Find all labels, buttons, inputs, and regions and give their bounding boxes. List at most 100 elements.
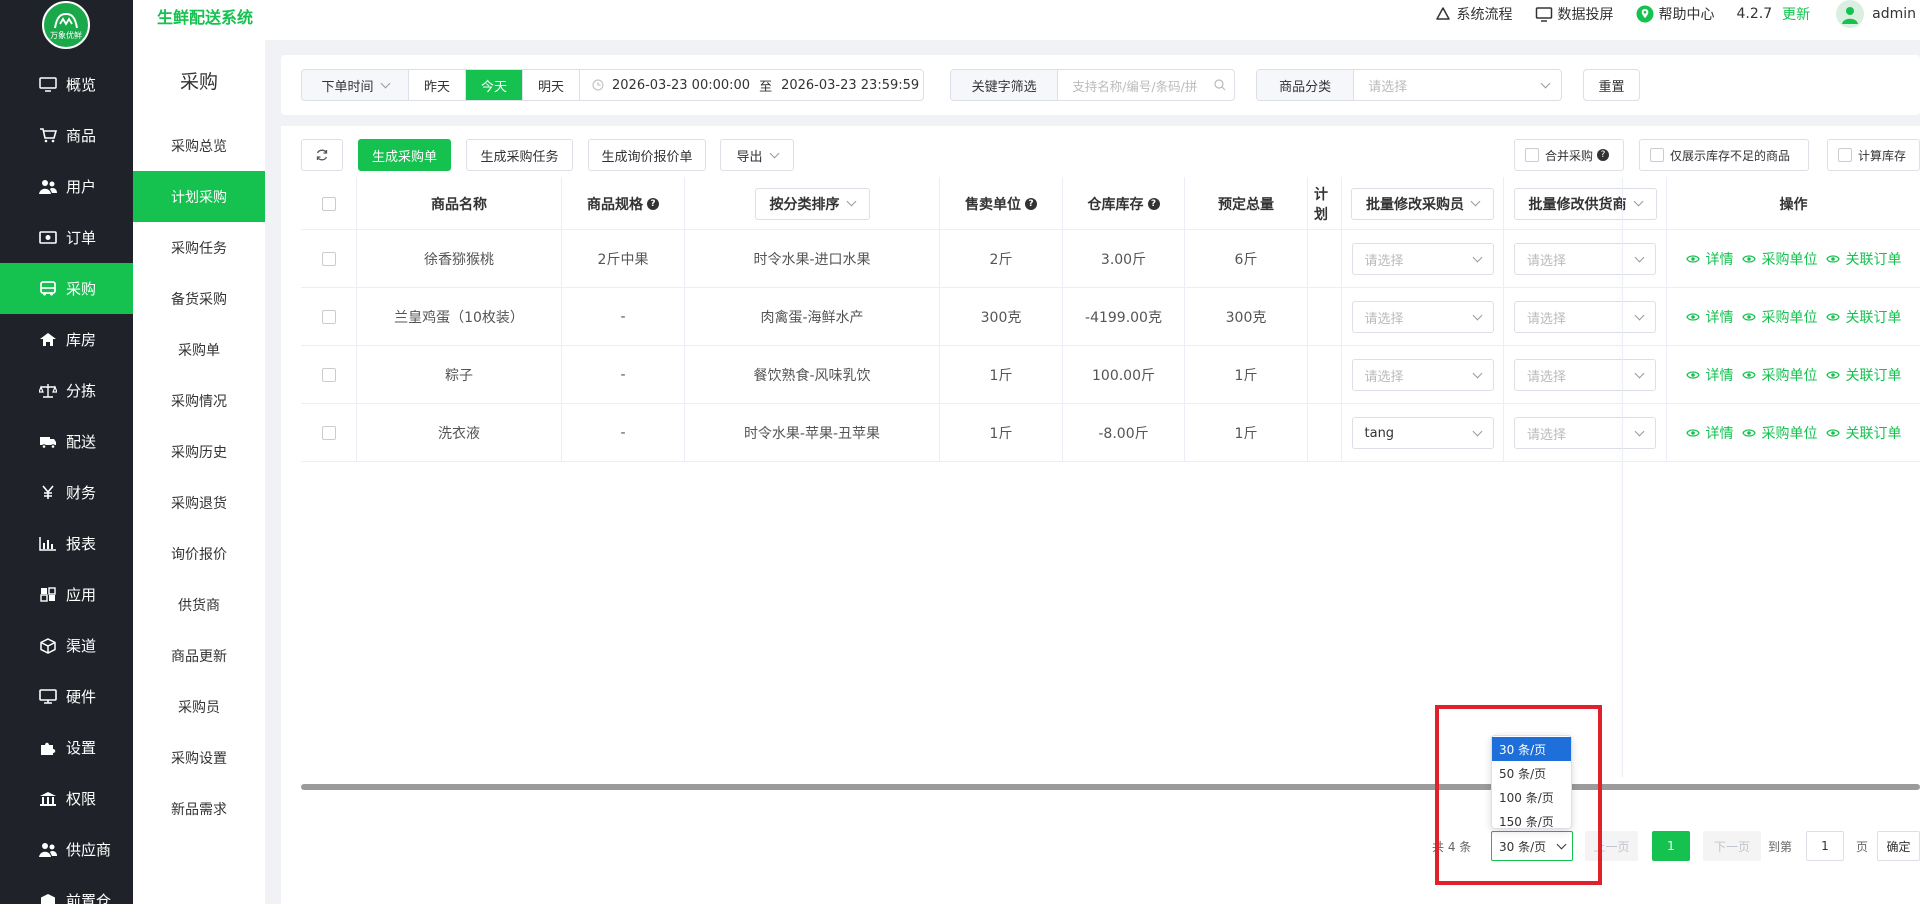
system-process-link[interactable]: 系统流程 — [1434, 4, 1513, 24]
page-size-option[interactable]: 100 条/页 — [1492, 785, 1571, 809]
sidebar-item-14[interactable]: 权限 — [0, 773, 133, 824]
purchase-unit-link[interactable]: 采购单位 — [1741, 307, 1818, 327]
supplier-select[interactable]: 请选择 — [1514, 417, 1656, 449]
sidebar-item-15[interactable]: 供应商 — [0, 824, 133, 875]
row-checkbox[interactable] — [321, 310, 336, 324]
buyer-select[interactable]: 请选择 — [1351, 359, 1494, 391]
next-page-button[interactable]: 下一页 — [1703, 831, 1761, 861]
detail-link[interactable]: 详情 — [1685, 249, 1734, 269]
subnav-item[interactable]: 采购历史 — [133, 426, 265, 477]
related-order-link[interactable]: 关联订单 — [1825, 307, 1902, 327]
generate-purchase-task-button[interactable]: 生成采购任务 — [466, 139, 573, 171]
subnav-item[interactable]: 询价报价 — [133, 528, 265, 579]
row-checkbox[interactable] — [321, 426, 336, 440]
category-select[interactable]: 请选择 — [1354, 70, 1561, 100]
subnav-item[interactable]: 采购任务 — [133, 222, 265, 273]
subnav-item[interactable]: 采购单 — [133, 324, 265, 375]
prev-page-button[interactable]: 上一页 — [1585, 831, 1638, 861]
subnav-item[interactable]: 采购总览 — [133, 120, 265, 171]
horizontal-scrollbar[interactable] — [301, 784, 1920, 790]
avatar[interactable] — [1836, 0, 1865, 28]
cell-name: 兰皇鸡蛋（10枚装） — [357, 288, 562, 346]
sidebar-item-8[interactable]: 财务 — [0, 467, 133, 518]
page-size-option[interactable]: 30 条/页 — [1492, 737, 1571, 761]
sidebar-item-label: 报表 — [66, 535, 97, 553]
purchase-unit-link[interactable]: 采购单位 — [1741, 249, 1818, 269]
chevron-down-icon — [1634, 368, 1645, 378]
subnav-item[interactable]: 计划采购 — [133, 171, 265, 222]
subnav-item[interactable]: 商品更新 — [133, 630, 265, 681]
reset-button[interactable]: 重置 — [1583, 69, 1640, 101]
current-page-button[interactable]: 1 — [1652, 831, 1690, 861]
eye-icon — [1741, 312, 1759, 322]
related-order-link[interactable]: 关联订单 — [1825, 249, 1902, 269]
batch-supplier-button[interactable]: 批量修改供货商 — [1513, 187, 1657, 220]
sidebar-item-10[interactable]: 应用 — [0, 569, 133, 620]
sidebar-item-12[interactable]: 硬件 — [0, 671, 133, 722]
supplier-select[interactable]: 请选择 — [1514, 243, 1656, 275]
sidebar-item-label: 分拣 — [66, 382, 97, 400]
today-button[interactable]: 今天 — [466, 70, 523, 100]
update-link[interactable]: 更新 — [1782, 4, 1810, 24]
row-checkbox[interactable] — [321, 368, 336, 382]
generate-inquiry-button[interactable]: 生成询价报价单 — [588, 139, 706, 171]
sidebar-item-1[interactable]: 商品 — [0, 110, 133, 161]
logo-text: 万象优鲜 — [50, 30, 82, 40]
goto-page-input[interactable]: 1 — [1806, 831, 1844, 861]
date-range-input[interactable]: 2026-03-23 00:00:00 至 2026-03-23 23:59:5… — [580, 70, 923, 100]
yesterday-button[interactable]: 昨天 — [409, 70, 466, 100]
sort-by-category-button[interactable]: 按分类排序 — [754, 187, 870, 220]
sidebar-item-13[interactable]: 设置 — [0, 722, 133, 773]
buyer-select[interactable]: tang — [1351, 417, 1494, 449]
refresh-button[interactable] — [301, 139, 343, 171]
only-short-stock-checkbox[interactable]: 仅展示库存不足的商品 — [1639, 139, 1809, 171]
calc-stock-checkbox[interactable]: 计算库存 — [1827, 139, 1920, 171]
sidebar-item-7[interactable]: 配送 — [0, 416, 133, 467]
data-screen-link[interactable]: 数据投屏 — [1535, 4, 1614, 24]
purchase-unit-link[interactable]: 采购单位 — [1741, 423, 1818, 443]
export-button[interactable]: 导出 — [720, 139, 794, 171]
sidebar-item-9[interactable]: 报表 — [0, 518, 133, 569]
subnav-item[interactable]: 供货商 — [133, 579, 265, 630]
sidebar-item-16[interactable]: 前置仓 — [0, 875, 133, 904]
refresh-icon — [316, 149, 328, 161]
subnav-item[interactable]: 采购员 — [133, 681, 265, 732]
supplier-select[interactable]: 请选择 — [1514, 301, 1656, 333]
sidebar-item-0[interactable]: 概览 — [0, 59, 133, 110]
sidebar-item-label: 应用 — [66, 586, 97, 604]
username[interactable]: admin — [1872, 6, 1916, 22]
subnav-item[interactable]: 采购情况 — [133, 375, 265, 426]
page-size-select[interactable]: 30 条/页 — [1491, 831, 1573, 861]
buyer-select[interactable]: 请选择 — [1351, 243, 1494, 275]
batch-buyer-button[interactable]: 批量修改采购员 — [1351, 187, 1494, 220]
generate-purchase-order-button[interactable]: 生成采购单 — [358, 139, 451, 171]
detail-link[interactable]: 详情 — [1685, 365, 1734, 385]
related-order-link[interactable]: 关联订单 — [1825, 423, 1902, 443]
detail-link[interactable]: 详情 — [1685, 307, 1734, 327]
subnav-item[interactable]: 新品需求 — [133, 783, 265, 834]
time-type-select[interactable]: 下单时间 — [302, 70, 409, 100]
related-order-link[interactable]: 关联订单 — [1825, 365, 1902, 385]
tomorrow-button[interactable]: 明天 — [523, 70, 580, 100]
sidebar-item-3[interactable]: 订单 — [0, 212, 133, 263]
purchase-unit-link[interactable]: 采购单位 — [1741, 365, 1818, 385]
select-all-checkbox[interactable] — [321, 196, 336, 211]
help-center-link[interactable]: 帮助中心 — [1636, 4, 1715, 24]
merge-purchase-checkbox[interactable]: 合并采购? — [1514, 139, 1624, 171]
row-checkbox[interactable] — [321, 252, 336, 266]
supplier-select[interactable]: 请选择 — [1514, 359, 1656, 391]
goto-confirm-button[interactable]: 确定 — [1877, 831, 1920, 861]
sidebar-item-4[interactable]: 采购 — [0, 263, 133, 314]
subnav-item[interactable]: 采购设置 — [133, 732, 265, 783]
sidebar-item-2[interactable]: 用户 — [0, 161, 133, 212]
subnav-item[interactable]: 备货采购 — [133, 273, 265, 324]
subnav-item[interactable]: 采购退货 — [133, 477, 265, 528]
sidebar-item-5[interactable]: 库房 — [0, 314, 133, 365]
page-size-option[interactable]: 150 条/页 — [1492, 809, 1571, 833]
buyer-select[interactable]: 请选择 — [1351, 301, 1494, 333]
page-size-option[interactable]: 50 条/页 — [1492, 761, 1571, 785]
sidebar-item-6[interactable]: 分拣 — [0, 365, 133, 416]
detail-link[interactable]: 详情 — [1685, 423, 1734, 443]
sidebar-item-11[interactable]: 渠道 — [0, 620, 133, 671]
keyword-input[interactable]: 支持名称/编号/条码/拼 — [1058, 70, 1234, 100]
